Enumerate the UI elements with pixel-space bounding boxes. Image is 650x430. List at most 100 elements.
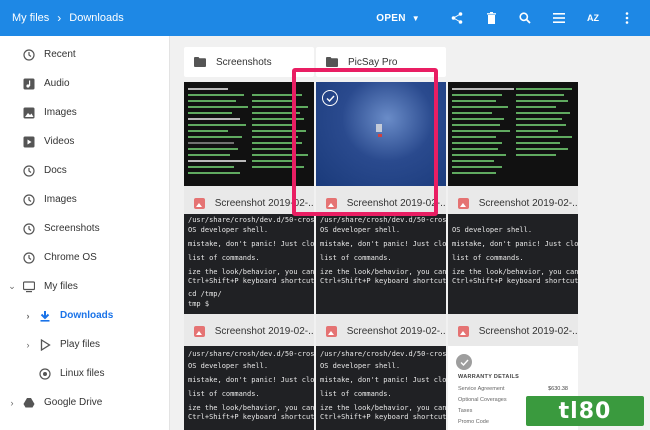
open-button[interactable]: OPEN ▼ [376, 13, 420, 24]
file-tile[interactable]: Screenshot 2019-02-... [448, 82, 578, 220]
receipt-value: $630.38 [548, 386, 568, 392]
terminal-text: list of commands. [320, 254, 392, 262]
terminal-line [188, 100, 236, 102]
terminal-text: ize the look/behavior, you can use the o… [188, 404, 314, 412]
terminal-line [516, 106, 556, 108]
sidebar-item-images[interactable]: Images [0, 98, 169, 127]
file-tile[interactable]: /usr/share/crosh/dev.d/50-crosh.sh OS de… [184, 346, 314, 430]
terminal-line [452, 136, 496, 138]
chevron-right-icon[interactable]: › [6, 398, 18, 408]
folder-picsay-pro[interactable]: PicSay Pro [316, 47, 446, 77]
sort-button[interactable]: AZ [576, 0, 610, 36]
sidebar-item-label: Google Drive [44, 397, 103, 408]
terminal-text: Ctrl+Shift+P keyboard shortcut. [452, 277, 578, 285]
terminal-line [516, 142, 560, 144]
chevron-down-icon[interactable]: ⌄ [6, 281, 18, 292]
sidebar-item-videos[interactable]: Videos [0, 127, 169, 156]
sidebar-item-screenshots[interactable]: Screenshots [0, 214, 169, 243]
sidebar-item-chrome-os[interactable]: Chrome OS [0, 243, 169, 272]
folder-screenshots[interactable]: Screenshots [184, 47, 314, 77]
sidebar-item-docs[interactable]: Docs [0, 156, 169, 185]
terminal-line [188, 112, 232, 114]
file-tile-selected[interactable]: Screenshot 2019-02-... [316, 82, 446, 220]
chevron-right-icon[interactable]: › [22, 340, 34, 350]
terminal-line [516, 88, 572, 90]
terminal-line [452, 100, 496, 102]
terminal-line [516, 112, 570, 114]
file-name: Screenshot 2019-02-... [346, 197, 446, 209]
terminal-text: Ctrl+Shift+P keyboard shortcut. [320, 277, 446, 285]
file-name: Screenshot 2019-02-... [214, 197, 314, 209]
terminal-line [452, 166, 502, 168]
terminal-line [252, 136, 298, 138]
terminal-line [188, 166, 234, 168]
breadcrumb-downloads[interactable]: Downloads [69, 12, 123, 24]
sidebar-item-label: Images [44, 107, 77, 118]
clock-icon [22, 193, 36, 207]
terminal-text: OS developer shell. [320, 362, 401, 370]
file-name: Screenshot 2019-02-... [478, 325, 578, 337]
terminal-line [252, 94, 302, 96]
terminal-text: Ctrl+Shift+P keyboard shortcut. [188, 413, 314, 421]
file-thumbnail [316, 82, 446, 186]
sidebar-item-recent[interactable]: Recent [0, 40, 169, 69]
sidebar-item-downloads[interactable]: › Downloads [0, 301, 169, 330]
clock-icon [22, 48, 36, 62]
sidebar-item-label: Downloads [60, 310, 114, 321]
terminal-line [452, 94, 502, 96]
terminal-line [452, 160, 494, 162]
terminal-line [252, 130, 306, 132]
terminal-text: /usr/share/crosh/dev.d/50-crosh.sh [188, 350, 314, 358]
terminal-line [452, 88, 514, 90]
checkmark-icon[interactable] [322, 90, 338, 106]
receipt-label: Service Agreement [458, 386, 505, 392]
file-tile[interactable]: /usr/share/crosh/dev.d/50-crosh.sh OS de… [316, 214, 446, 348]
sidebar-item-google-drive[interactable]: › Google Drive [0, 388, 169, 417]
checkmark-icon[interactable] [456, 354, 472, 370]
file-tile[interactable]: OS developer shell. mistake, don't panic… [448, 214, 578, 348]
terminal-line [452, 124, 500, 126]
download-icon [38, 309, 52, 323]
terminal-line [516, 154, 556, 156]
clock-icon [22, 251, 36, 265]
terminal-text: mistake, don't panic! Just close this ta… [452, 240, 578, 248]
terminal-line [452, 142, 502, 144]
sidebar-item-audio[interactable]: Audio [0, 69, 169, 98]
sidebar-item-label: Screenshots [44, 223, 100, 234]
sidebar-item-label: My files [44, 281, 78, 292]
more-menu-icon[interactable] [610, 0, 644, 36]
breadcrumb-my-files[interactable]: My files [12, 12, 49, 24]
terminal-text: /usr/share/crosh/dev.d/50-crosh.sh [320, 216, 446, 224]
terminal-text: /usr/share/crosh/dev.d/50-crosh.sh [320, 350, 446, 358]
sidebar-item-my-files[interactable]: ⌄ My files [0, 272, 169, 301]
search-icon[interactable] [508, 0, 542, 36]
terminal-line [452, 154, 506, 156]
sidebar-item-play-files[interactable]: › Play files [0, 330, 169, 359]
terminal-line [252, 112, 300, 114]
folder-icon [326, 57, 338, 67]
image-file-icon [326, 325, 337, 337]
list-view-icon[interactable] [542, 0, 576, 36]
terminal-line [452, 106, 508, 108]
sidebar-item-images-2[interactable]: Images [0, 185, 169, 214]
terminal-line [516, 94, 564, 96]
linux-icon [38, 367, 52, 381]
chevron-right-icon[interactable]: › [22, 311, 34, 321]
sidebar-item-linux-files[interactable]: Linux files [0, 359, 169, 388]
file-tile[interactable]: Screenshot 2019-02-... [184, 82, 314, 220]
sidebar-item-label: Linux files [60, 368, 105, 379]
terminal-line [188, 106, 248, 108]
delete-icon[interactable] [474, 0, 508, 36]
image-file-icon [458, 325, 469, 337]
image-file-icon [326, 197, 337, 209]
image-file-icon [458, 197, 469, 209]
sidebar-item-label: Docs [44, 165, 67, 176]
terminal-line [188, 130, 228, 132]
terminal-text: ize the look/behavior, you can use the o… [188, 268, 314, 276]
clock-icon [22, 222, 36, 236]
share-icon[interactable] [440, 0, 474, 36]
file-tile[interactable]: /usr/share/crosh/dev.d/50-crosh.sh OS de… [184, 214, 314, 348]
drive-icon [22, 396, 36, 410]
file-tile[interactable]: /usr/share/crosh/dev.d/50-crosh.sh OS de… [316, 346, 446, 430]
terminal-text: list of commands. [188, 254, 260, 262]
